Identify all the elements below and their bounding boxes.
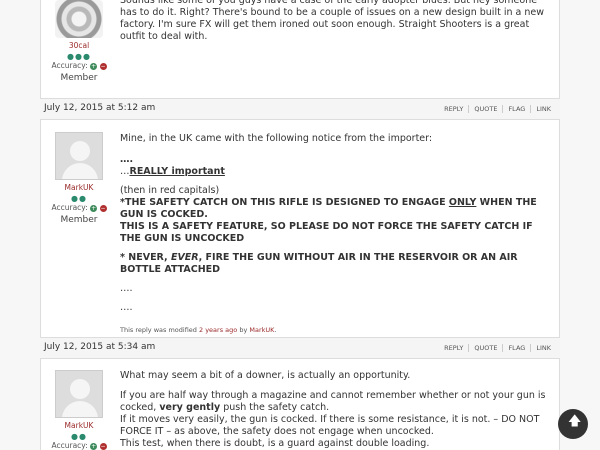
rank-dots: ●● bbox=[71, 432, 87, 441]
upvote-icon[interactable]: + bbox=[90, 204, 98, 212]
post-3-author: MarkUK ●● Accuracy: + − bbox=[40, 370, 118, 450]
post-actions: REPLY QUOTE FLAG LINK bbox=[439, 344, 556, 352]
post-3: MarkUK ●● Accuracy: + − What may seem a … bbox=[40, 368, 560, 450]
post-text: Sounds like some of you guys have a case… bbox=[120, 0, 544, 42]
quote-link[interactable]: QUOTE bbox=[468, 344, 503, 352]
accuracy-label: Accuracy: bbox=[51, 203, 88, 212]
accuracy-rating: Accuracy: + − bbox=[40, 203, 118, 212]
warning-line-1: *THE SAFETY CATCH ON THIS RIFLE IS DESIG… bbox=[120, 197, 537, 220]
warning-line-3: * NEVER, EVER, FIRE THE GUN WITHOUT AIR … bbox=[120, 252, 518, 275]
post-2: MarkUK ●● Accuracy: + − Member Mine, in … bbox=[40, 130, 560, 334]
post-date: July 12, 2015 at 5:34 am bbox=[44, 342, 156, 352]
accuracy-label: Accuracy: bbox=[51, 61, 88, 70]
post-text-2: If you are half way through a magazine a… bbox=[120, 390, 546, 413]
permalink-link[interactable]: LINK bbox=[530, 105, 556, 113]
post-3-content: What may seem a bit of a downer, is actu… bbox=[120, 370, 550, 450]
post-text-1: What may seem a bit of a downer, is actu… bbox=[120, 370, 411, 381]
modified-user-link[interactable]: MarkUK bbox=[249, 326, 274, 334]
post-text-important: …REALLY important bbox=[120, 166, 225, 177]
downvote-icon[interactable]: − bbox=[99, 442, 107, 450]
post-text-4: This test, when there is doubt, is a gua… bbox=[120, 438, 430, 449]
avatar[interactable] bbox=[55, 370, 103, 418]
page-margin-left bbox=[0, 0, 40, 450]
upvote-icon[interactable]: + bbox=[90, 62, 98, 70]
reply-link[interactable]: REPLY bbox=[439, 344, 468, 352]
author-role: Member bbox=[60, 215, 98, 225]
post-text-note: (then in red capitals) bbox=[120, 185, 220, 196]
post-text-intro: Mine, in the UK came with the following … bbox=[120, 133, 433, 144]
post-2-header: July 12, 2015 at 5:12 am REPLY QUOTE FLAG L… bbox=[40, 98, 560, 120]
scroll-to-top-button[interactable]: 🡅 bbox=[558, 409, 588, 439]
post-text-dots-1: …. bbox=[120, 283, 133, 294]
accuracy-label: Accuracy: bbox=[51, 441, 88, 450]
post-text-ellipsis: …. bbox=[120, 154, 134, 165]
flag-link[interactable]: FLAG bbox=[502, 344, 531, 352]
post-2-content: Mine, in the UK came with the following … bbox=[120, 133, 550, 336]
author-name[interactable]: 30cal bbox=[40, 41, 118, 50]
post-1-author: 30cal ●●● Accuracy: + − Member bbox=[40, 0, 118, 83]
arrow-up-icon: 🡅 bbox=[568, 414, 582, 429]
downvote-icon[interactable]: − bbox=[99, 62, 107, 70]
reply-link[interactable]: REPLY bbox=[439, 105, 468, 113]
quote-link[interactable]: QUOTE bbox=[468, 105, 503, 113]
post-3-header: July 12, 2015 at 5:34 am REPLY QUOTE FLAG L… bbox=[40, 337, 560, 359]
warning-line-2: THIS IS A SAFETY FEATURE, SO PLEASE DO N… bbox=[120, 221, 533, 244]
post-text-dots-2: …. bbox=[120, 302, 133, 313]
post-text-3: If it moves very easily, the gun is cock… bbox=[120, 414, 540, 437]
page-margin-right bbox=[560, 0, 600, 450]
author-role: Member bbox=[60, 73, 98, 83]
accuracy-rating: Accuracy: + − bbox=[40, 441, 118, 450]
post-2-author: MarkUK ●● Accuracy: + − Member bbox=[40, 132, 118, 225]
post-date: July 12, 2015 at 5:12 am bbox=[44, 103, 156, 113]
post-1-content: Sounds like some of you guys have a case… bbox=[120, 0, 550, 49]
post-1: 30cal ●●● Accuracy: + − Member Sounds li… bbox=[40, 0, 560, 96]
modified-time-link[interactable]: 2 years ago bbox=[199, 326, 237, 334]
permalink-link[interactable]: LINK bbox=[530, 344, 556, 352]
author-name[interactable]: MarkUK bbox=[40, 183, 118, 192]
author-name[interactable]: MarkUK bbox=[40, 421, 118, 430]
avatar[interactable] bbox=[55, 0, 103, 38]
flag-link[interactable]: FLAG bbox=[502, 105, 531, 113]
post-actions: REPLY QUOTE FLAG LINK bbox=[439, 105, 556, 113]
avatar[interactable] bbox=[55, 132, 103, 180]
downvote-icon[interactable]: − bbox=[99, 204, 107, 212]
accuracy-rating: Accuracy: + − bbox=[40, 61, 118, 70]
upvote-icon[interactable]: + bbox=[90, 442, 98, 450]
rank-dots: ●●● bbox=[67, 52, 91, 61]
modified-note: This reply was modified 2 years ago by M… bbox=[120, 326, 277, 334]
rank-dots: ●● bbox=[71, 194, 87, 203]
